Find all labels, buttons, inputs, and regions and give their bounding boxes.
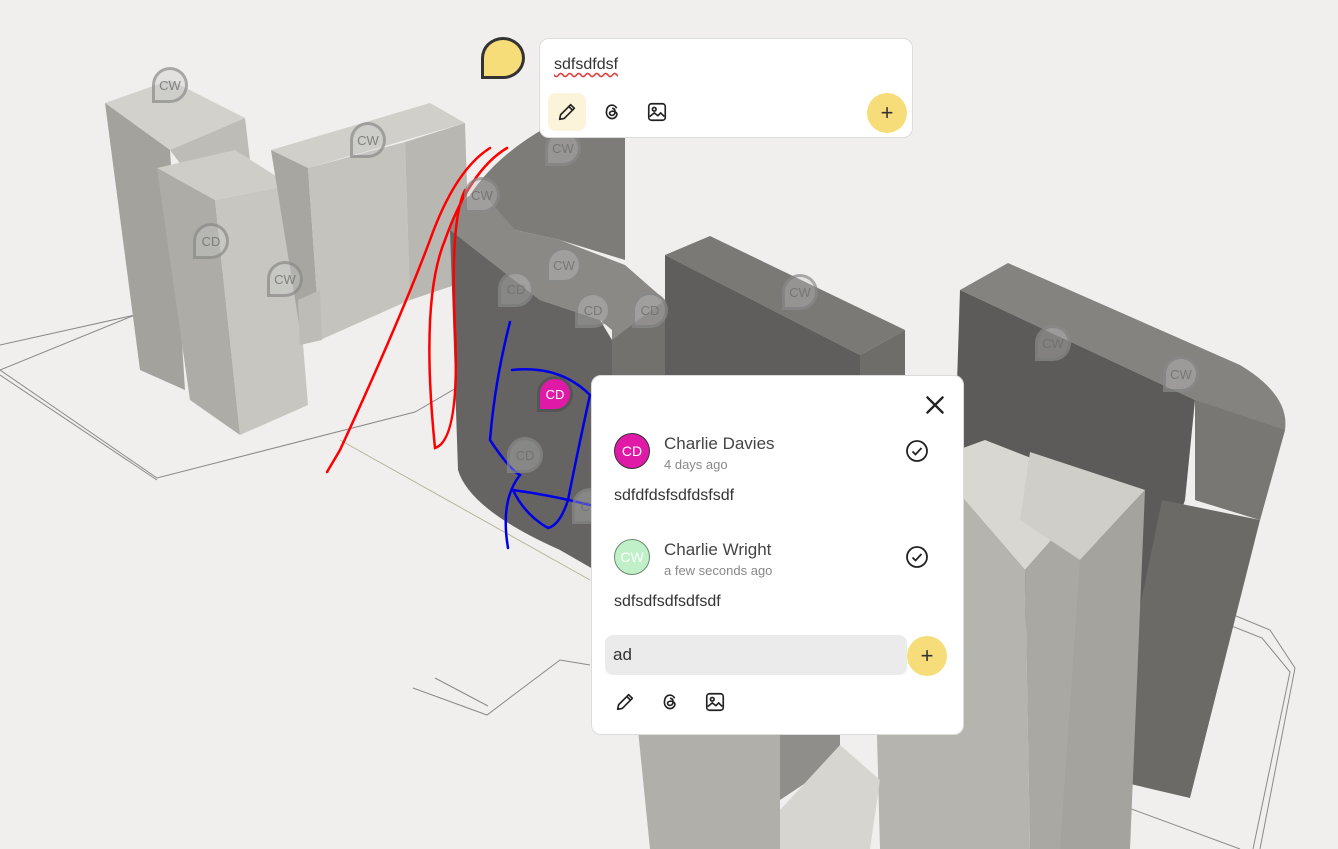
comment-author: Charlie Davies [664,434,775,453]
avatar: CD [614,433,650,469]
comment-time: a few seconds ago [664,563,773,578]
threads-icon [605,104,618,120]
pencil-tool-button[interactable] [548,93,586,131]
new-comment-pin[interactable] [481,37,525,79]
composer-text[interactable]: sdfsdfdsf [554,56,618,74]
threads-icon [663,694,676,710]
comment-author: Charlie Wright [664,540,772,559]
comment-body: sdfsdfsdfsdfsdf [614,593,721,610]
comment-marker[interactable]: CD [632,292,668,328]
add-comment-button[interactable]: + [867,93,907,133]
pencil-tool-button[interactable] [606,683,644,721]
reply-input[interactable] [605,635,907,675]
comment-marker[interactable]: CW [464,177,500,213]
comment-marker[interactable]: CD [575,292,611,328]
active-comment-marker[interactable]: CD [537,376,573,412]
comment-marker[interactable]: CW [267,261,303,297]
comment-marker[interactable]: CW [152,67,188,103]
add-reply-button[interactable]: + [907,636,947,676]
comment-thread-panel: CD Charlie Davies 4 days ago sdfdfdsfsdf… [591,375,964,735]
pencil-icon [558,103,576,121]
check-circle-icon[interactable] [905,439,929,463]
threads-tool-button[interactable] [593,93,631,131]
avatar: CW [614,539,650,575]
comment-marker[interactable]: CD [507,437,543,473]
comment-marker[interactable]: CW [1163,356,1199,392]
new-comment-composer: sdfsdfdsf + [539,38,913,138]
image-icon [705,692,725,712]
check-circle-icon[interactable] [905,545,929,569]
image-tool-button[interactable] [638,93,676,131]
comment-marker[interactable]: CD [498,271,534,307]
comment-marker[interactable]: CD [193,223,229,259]
comment-body: sdfdfdsfsdfdsfsdf [614,487,735,504]
image-tool-button[interactable] [696,683,734,721]
image-icon [647,102,667,122]
threads-tool-button[interactable] [651,683,689,721]
close-icon[interactable] [922,392,948,418]
comment-marker[interactable]: CW [1035,325,1071,361]
comment-marker[interactable]: CW [350,122,386,158]
comment-time: 4 days ago [664,457,728,472]
pencil-icon [616,693,634,711]
comment-marker[interactable]: CW [546,247,582,283]
comment-marker[interactable]: CW [782,274,818,310]
